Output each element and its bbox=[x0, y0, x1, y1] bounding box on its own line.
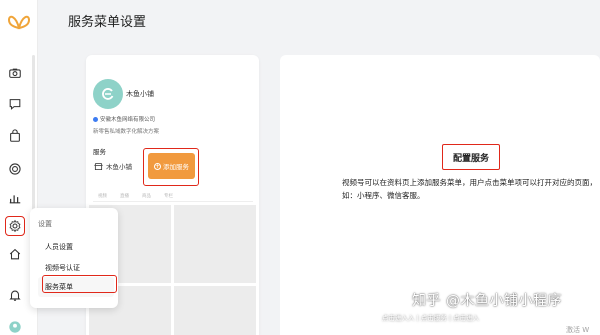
config-description: 视频号可以在资料页上添加服务菜单，用户点击菜单项可以打开对应的页面，如：小程序、… bbox=[342, 178, 597, 200]
settings-menu-caption: 设置 bbox=[38, 220, 52, 228]
bar-chart-icon[interactable] bbox=[7, 190, 23, 206]
content-tile[interactable] bbox=[174, 205, 256, 283]
settings-menu: 设置 人员设置 视频号认证 服务菜单 bbox=[30, 208, 118, 308]
shop-avatar bbox=[93, 79, 123, 109]
preview-tabs: 视频 直播 商品 专栏 bbox=[98, 193, 173, 199]
zhihu-watermark: 知乎 @木鱼小铺小程序 bbox=[412, 293, 562, 309]
add-service-label: 添加服务 bbox=[163, 163, 189, 171]
gear-icon[interactable] bbox=[5, 216, 25, 236]
preview-tab[interactable]: 商品 bbox=[142, 193, 151, 199]
service-menu-highlight bbox=[42, 275, 117, 293]
target-icon[interactable] bbox=[7, 161, 23, 177]
config-title-highlight: 配置服务 bbox=[442, 144, 500, 170]
menu-item-verification[interactable]: 视频号认证 bbox=[45, 263, 80, 273]
company-line: 安徽木鱼网络有限公司 bbox=[93, 115, 155, 123]
butterfly-logo-icon[interactable] bbox=[6, 10, 32, 34]
watermark-sub: 点击进入入 | 点击服务 | 点击进入 bbox=[382, 314, 480, 322]
shop-description: 新零售私域数字化解决方案 bbox=[93, 129, 160, 135]
company-name: 安徽木鱼网络有限公司 bbox=[100, 117, 156, 123]
bag-icon[interactable] bbox=[7, 128, 23, 144]
preview-tab[interactable]: 专栏 bbox=[164, 193, 173, 199]
bell-icon[interactable] bbox=[7, 287, 23, 303]
preview-tab[interactable]: 直播 bbox=[120, 193, 129, 199]
verified-badge-icon bbox=[93, 116, 98, 122]
content-tile[interactable] bbox=[174, 286, 256, 335]
page-title: 服务菜单设置 bbox=[68, 15, 147, 30]
chat-icon[interactable] bbox=[7, 96, 23, 112]
service-chip-label: 木鱼小铺 bbox=[106, 163, 132, 171]
add-service-button[interactable]: + 添加服务 bbox=[148, 153, 195, 179]
services-heading: 服务 bbox=[93, 148, 106, 156]
shop-name: 木鱼小铺 bbox=[126, 90, 154, 98]
os-activation-notice: 激活 W bbox=[566, 326, 590, 334]
home-icon[interactable] bbox=[7, 246, 23, 262]
tab-divider bbox=[93, 201, 253, 202]
plus-icon: + bbox=[154, 162, 161, 170]
preview-tab[interactable]: 视频 bbox=[98, 193, 107, 199]
config-title: 配置服务 bbox=[452, 153, 489, 164]
service-chip[interactable]: 木鱼小铺 bbox=[94, 161, 132, 171]
user-icon[interactable] bbox=[7, 319, 23, 335]
store-icon bbox=[94, 162, 103, 170]
camera-icon[interactable] bbox=[7, 65, 23, 81]
menu-item-staff-settings[interactable]: 人员设置 bbox=[45, 242, 73, 252]
